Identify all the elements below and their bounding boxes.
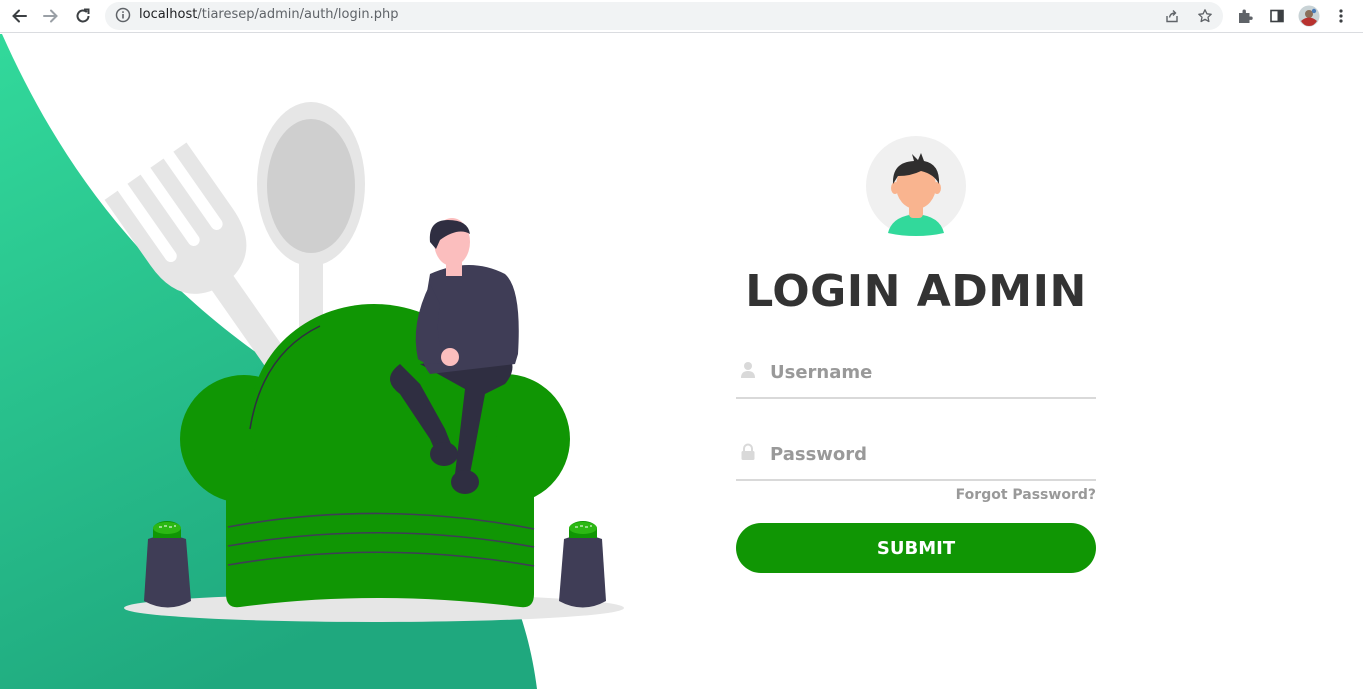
page-title: LOGIN ADMIN	[745, 266, 1087, 317]
extensions-icon[interactable]	[1232, 4, 1258, 28]
submit-button[interactable]: SUBMIT	[736, 523, 1096, 573]
user-avatar-icon	[866, 136, 966, 236]
side-panel-icon[interactable]	[1264, 4, 1290, 28]
username-field	[736, 349, 1096, 399]
pepper-shaker-right	[559, 521, 606, 608]
user-icon	[741, 362, 755, 378]
menu-kebab-icon[interactable]	[1328, 4, 1354, 28]
ground-shadow	[124, 594, 624, 622]
login-form: LOGIN ADMIN Forgot Password? SUBMIT	[736, 34, 1096, 689]
site-info-icon[interactable]	[115, 7, 131, 27]
chef-hat-illustration	[0, 34, 624, 689]
forgot-password-link[interactable]: Forgot Password?	[956, 487, 1096, 503]
reload-icon[interactable]	[70, 4, 96, 28]
url-path: /tiaresep/admin/auth/login.php	[197, 7, 399, 22]
lock-icon	[741, 443, 755, 460]
username-input[interactable]	[770, 357, 1090, 387]
url-text: localhost/tiaresep/admin/auth/login.php	[139, 7, 398, 22]
share-icon[interactable]	[1161, 6, 1183, 26]
page-content: LOGIN ADMIN Forgot Password? SUBMIT	[0, 34, 1363, 689]
password-input[interactable]	[770, 439, 1090, 469]
back-arrow-icon[interactable]	[6, 4, 32, 28]
url-host: localhost	[139, 7, 198, 22]
address-bar[interactable]: localhost/tiaresep/admin/auth/login.php	[105, 2, 1223, 30]
forward-arrow-icon[interactable]	[38, 4, 64, 28]
bookmark-star-icon[interactable]	[1194, 6, 1216, 26]
password-field	[736, 431, 1096, 481]
profile-avatar[interactable]	[1296, 4, 1322, 28]
browser-toolbar: localhost/tiaresep/admin/auth/login.php	[0, 0, 1363, 33]
